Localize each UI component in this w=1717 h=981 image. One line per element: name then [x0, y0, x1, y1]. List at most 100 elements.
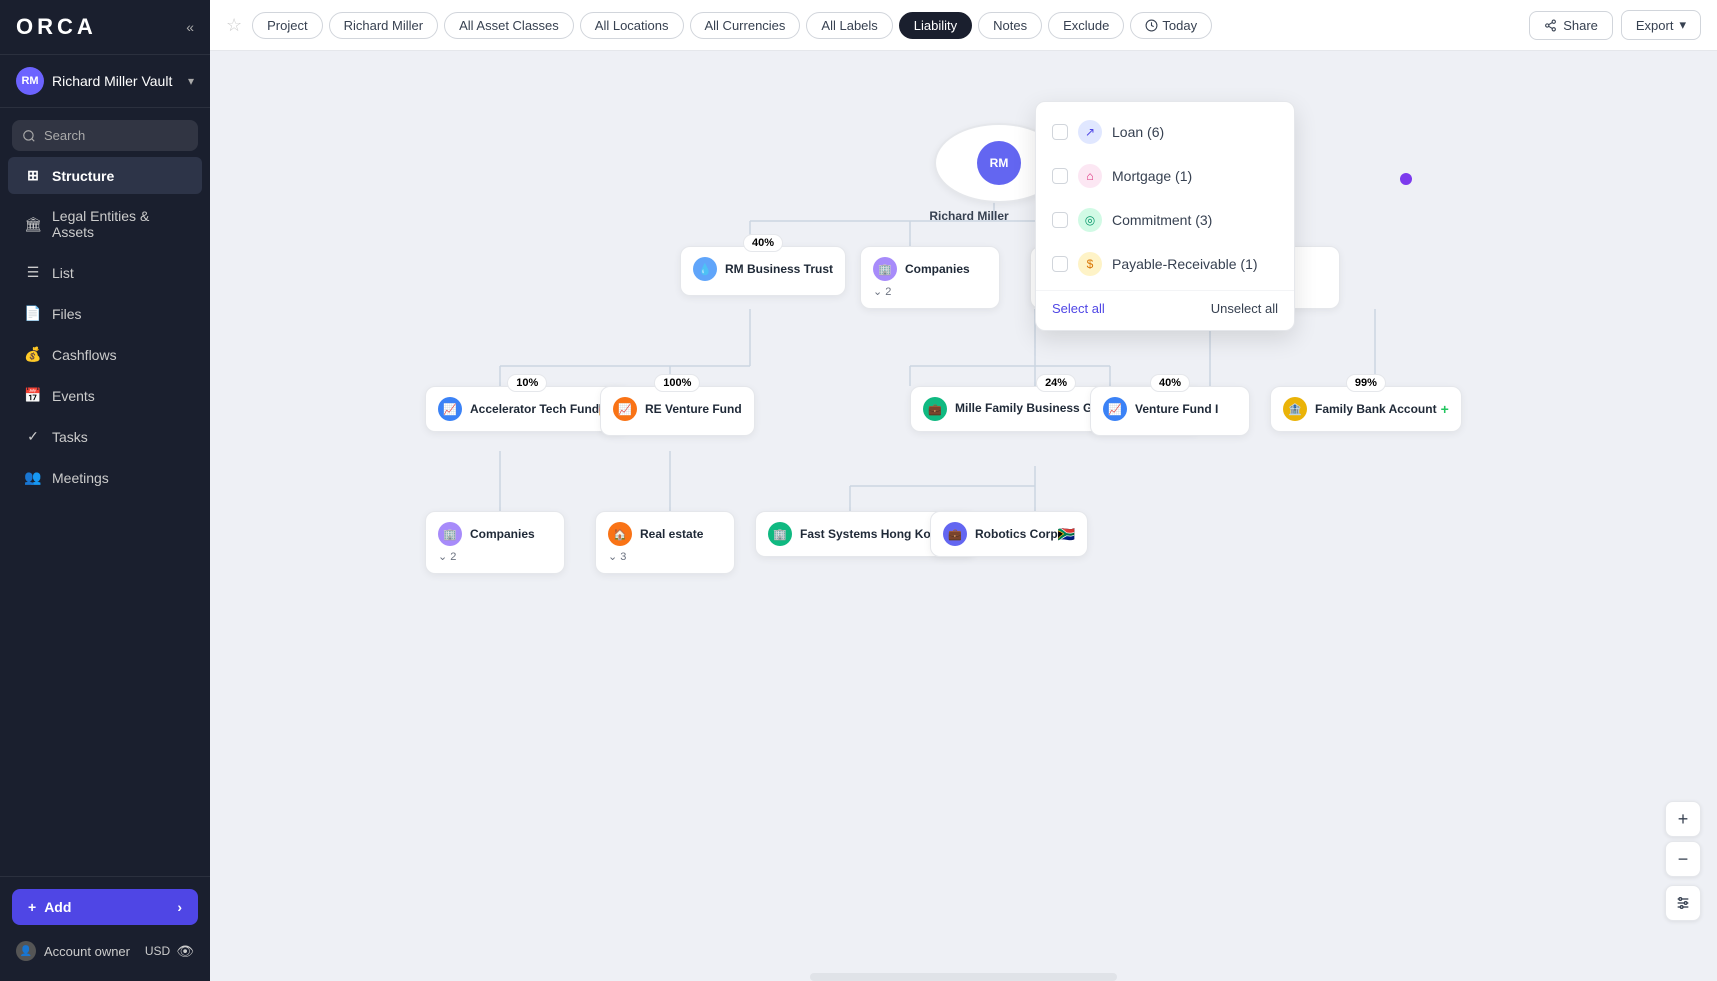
re-label: RE Venture Fund — [645, 402, 742, 416]
structure-icon: ⊞ — [24, 167, 42, 184]
share-icon — [1544, 19, 1557, 32]
node-family-bank[interactable]: 99% 🏦 Family Bank Account + — [1270, 386, 1462, 432]
vault-chevron-icon: ▾ — [188, 74, 194, 88]
vault-selector[interactable]: RM Richard Miller Vault ▾ — [0, 55, 210, 108]
zoom-out-button[interactable]: − — [1665, 841, 1701, 877]
vault-name: Richard Miller Vault — [52, 73, 180, 89]
sidebar: ORCA « RM Richard Miller Vault ▾ ⊞ Struc… — [0, 0, 210, 981]
dropdown-item-payable[interactable]: $ Payable-Receivable (1) — [1036, 242, 1294, 286]
sidebar-item-label: Structure — [52, 168, 114, 184]
sidebar-item-label: Cashflows — [52, 347, 117, 363]
dropdown-footer: Select all Unselect all — [1036, 290, 1294, 322]
sidebar-item-label: List — [52, 265, 74, 281]
payable-checkbox[interactable] — [1052, 256, 1068, 272]
realestate2-icon: 🏠 — [608, 522, 632, 546]
node-real-estate-2[interactable]: 🏠 Real estate ⌄ 3 — [595, 511, 735, 574]
filter-richard-miller[interactable]: Richard Miller — [329, 12, 438, 39]
commitment-checkbox[interactable] — [1052, 212, 1068, 228]
loan-icon: ↗ — [1078, 120, 1102, 144]
sidebar-bottom: + Add › 👤 Account owner USD 👁 — [0, 876, 210, 981]
venture-icon: 📈 — [1103, 397, 1127, 421]
add-button-label: Add — [44, 899, 71, 915]
sidebar-item-files[interactable]: 📄 Files — [8, 295, 202, 332]
mortgage-label: Mortgage (1) — [1112, 168, 1192, 184]
zoom-filter-button[interactable] — [1665, 885, 1701, 921]
rm-trust-icon: 💧 — [693, 257, 717, 281]
node-rm-business-trust[interactable]: 40% 💧 RM Business Trust — [680, 246, 846, 296]
rm-trust-label: RM Business Trust — [725, 262, 833, 276]
robotics-flag: 🇿🇦 — [1058, 526, 1075, 543]
cursor-indicator — [1400, 173, 1412, 185]
node-companies[interactable]: 🏢 Companies ⌄ 2 — [860, 246, 1000, 309]
filter-today[interactable]: Today — [1130, 12, 1212, 39]
filter-all-labels[interactable]: All Labels — [806, 12, 892, 39]
events-icon: 📅 — [24, 387, 42, 404]
app-logo: ORCA — [16, 14, 97, 40]
export-button[interactable]: Export ▾ — [1621, 10, 1701, 40]
dropdown-item-mortgage[interactable]: ⌂ Mortgage (1) — [1036, 154, 1294, 198]
sidebar-logo-area: ORCA « — [0, 0, 210, 55]
filter-exclude[interactable]: Exclude — [1048, 12, 1124, 39]
companies2-count: ⌄ 2 — [438, 550, 552, 563]
commitment-label: Commitment (3) — [1112, 212, 1212, 228]
filter-all-currencies[interactable]: All Currencies — [690, 12, 801, 39]
sidebar-item-label: Events — [52, 388, 95, 404]
search-input[interactable] — [44, 128, 188, 143]
sidebar-item-list[interactable]: ☰ List — [8, 254, 202, 291]
cashflows-icon: 💰 — [24, 346, 42, 363]
favorite-icon[interactable]: ☆ — [226, 15, 242, 36]
sidebar-item-tasks[interactable]: ✓ Tasks — [8, 418, 202, 455]
loan-checkbox[interactable] — [1052, 124, 1068, 140]
filter-all-locations[interactable]: All Locations — [580, 12, 684, 39]
filter-project[interactable]: Project — [252, 12, 322, 39]
filter-all-asset-classes[interactable]: All Asset Classes — [444, 12, 574, 39]
mortgage-checkbox[interactable] — [1052, 168, 1068, 184]
filter-liability[interactable]: Liability — [899, 12, 972, 39]
sidebar-item-events[interactable]: 📅 Events — [8, 377, 202, 414]
realestate2-count: ⌄ 3 — [608, 550, 722, 563]
tasks-icon: ✓ — [24, 428, 42, 445]
files-icon: 📄 — [24, 305, 42, 322]
select-all-button[interactable]: Select all — [1052, 301, 1105, 316]
payable-label: Payable-Receivable (1) — [1112, 256, 1258, 272]
dropdown-item-commitment[interactable]: ◎ Commitment (3) — [1036, 198, 1294, 242]
node-venture-fund-i[interactable]: 40% 📈 Venture Fund I — [1090, 386, 1250, 436]
plus-icon: + — [28, 899, 36, 915]
add-button[interactable]: + Add › — [12, 889, 198, 925]
badge-40-v: 40% — [1150, 374, 1190, 392]
add-button-left: + Add — [28, 899, 71, 915]
share-button[interactable]: Share — [1529, 11, 1613, 40]
search-box[interactable] — [12, 120, 198, 151]
badge-10: 10% — [507, 374, 547, 392]
eye-icon[interactable]: 👁 — [176, 943, 194, 960]
companies-count: ⌄ 2 — [873, 285, 987, 298]
badge-40: 40% — [743, 234, 783, 252]
sidebar-item-legal[interactable]: 🏛 Legal Entities & Assets — [8, 198, 202, 250]
venture-label: Venture Fund I — [1135, 402, 1218, 416]
badge-24: 24% — [1036, 374, 1076, 392]
canvas[interactable]: RM Richard Miller 40% 💧 RM Business Trus… — [210, 51, 1717, 981]
node-re-venture[interactable]: 100% 📈 RE Venture Fund — [600, 386, 755, 436]
unselect-all-button[interactable]: Unselect all — [1211, 301, 1278, 316]
sidebar-item-cashflows[interactable]: 💰 Cashflows — [8, 336, 202, 373]
node-accelerator-tech[interactable]: 10% 📈 Accelerator Tech Fund 🇩🇪 — [425, 386, 630, 432]
loan-label: Loan (6) — [1112, 124, 1164, 140]
liability-dropdown[interactable]: ↗ Loan (6) ⌂ Mortgage (1) ◎ Commitment (… — [1035, 101, 1295, 331]
dropdown-item-loan[interactable]: ↗ Loan (6) — [1036, 110, 1294, 154]
export-chevron-icon: ▾ — [1679, 17, 1686, 33]
horizontal-scrollbar[interactable] — [810, 973, 1117, 981]
sidebar-item-meetings[interactable]: 👥 Meetings — [8, 459, 202, 496]
node-companies-2[interactable]: 🏢 Companies ⌄ 2 — [425, 511, 565, 574]
sidebar-item-structure[interactable]: ⊞ Structure — [8, 157, 202, 194]
search-icon — [22, 129, 36, 143]
realestate2-label: Real estate — [640, 527, 703, 541]
filter-notes[interactable]: Notes — [978, 12, 1042, 39]
list-icon: ☰ — [24, 264, 42, 281]
rm-avatar: RM — [977, 141, 1021, 185]
collapse-icon[interactable]: « — [186, 19, 194, 35]
legal-icon: 🏛 — [24, 216, 42, 233]
sidebar-item-label: Tasks — [52, 429, 88, 445]
toolbar: ☆ Project Richard Miller All Asset Class… — [210, 0, 1717, 51]
zoom-in-button[interactable]: + — [1665, 801, 1701, 837]
node-robotics-corp[interactable]: 💼 Robotics Corp 🇿🇦 — [930, 511, 1088, 557]
